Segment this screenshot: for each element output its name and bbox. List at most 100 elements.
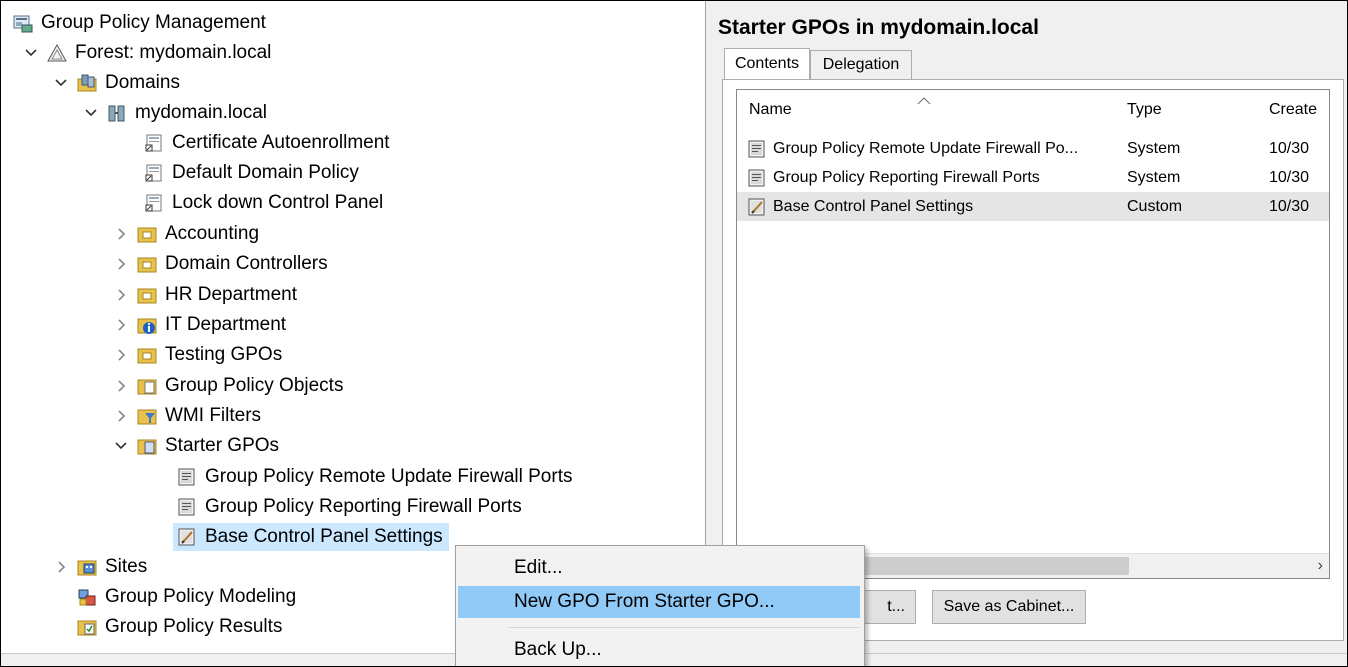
tree-label: WMI Filters [165, 405, 262, 426]
cell-type: Custom [1127, 197, 1183, 215]
tree-label: Lock down Control Panel [172, 192, 384, 213]
save-as-cabinet-button[interactable]: Save as Cabinet... [932, 590, 1086, 624]
starter-gpo-icon [747, 163, 771, 192]
tree-item-ou[interactable]: Domain Controllers [113, 250, 328, 278]
chevron-right-icon[interactable] [113, 378, 129, 394]
tree-item-gpo-link[interactable]: Default Domain Policy [144, 159, 359, 187]
gpo-container-icon [137, 376, 157, 396]
cell-created: 10/30 [1269, 139, 1310, 157]
column-header-name[interactable]: Name [737, 90, 1115, 130]
cell-name: Base Control Panel Settings [773, 197, 974, 215]
tree-label: Forest: mydomain.local [75, 42, 272, 63]
chevron-right-icon[interactable] [113, 347, 129, 363]
chevron-right-icon[interactable] [113, 226, 129, 242]
tree-item-ou[interactable]: IT Department [113, 311, 286, 339]
cell-created: 10/30 [1269, 197, 1310, 215]
chevron-right-icon[interactable] [113, 256, 129, 272]
chevron-right-icon[interactable] [113, 317, 129, 333]
results-icon [77, 617, 97, 637]
gpo-link-icon [144, 163, 164, 183]
starter-gpo-list[interactable]: Name Type Create Group Policy Remote Upd… [736, 89, 1330, 579]
tree-label: IT Department [165, 314, 287, 335]
cell-type: System [1127, 139, 1181, 157]
tree-item-gpo-objects[interactable]: Group Policy Objects [113, 372, 343, 400]
tree-item-gpo-link[interactable]: Lock down Control Panel [144, 189, 383, 217]
tree-label: HR Department [165, 284, 297, 305]
tree-item-starter-gpos[interactable]: Starter GPOs [113, 432, 279, 460]
tree-item-domains[interactable]: Domains [53, 69, 180, 97]
column-label: Name [749, 101, 792, 118]
tree-item-starter-gpo[interactable]: Group Policy Remote Update Firewall Port… [177, 463, 572, 491]
tree-label: Testing GPOs [165, 344, 283, 365]
tab-delegation[interactable]: Delegation [810, 50, 912, 79]
tree-label: Starter GPOs [165, 435, 280, 456]
tree-item-gpo-link[interactable]: Certificate Autoenrollment [144, 129, 390, 157]
menu-item-back-up[interactable]: Back Up... [458, 634, 860, 666]
chevron-down-icon[interactable] [23, 45, 39, 61]
column-header-type[interactable]: Type [1115, 90, 1257, 130]
custom-starter-gpo-icon [747, 192, 771, 221]
custom-starter-gpo-icon [177, 527, 197, 547]
ou-blocked-inheritance-icon [137, 315, 157, 335]
chevron-down-icon[interactable] [113, 438, 129, 454]
sort-ascending-icon [917, 92, 931, 110]
cell-name: Group Policy Reporting Firewall Ports [773, 168, 1040, 186]
tree-item-ou[interactable]: Accounting [113, 220, 259, 248]
tree-label: Base Control Panel Settings [205, 526, 443, 547]
context-menu[interactable]: Edit... New GPO From Starter GPO... Back… [455, 545, 865, 666]
wmi-filter-icon [137, 406, 157, 426]
starter-gpo-folder-icon [137, 436, 157, 456]
starter-gpo-icon [177, 497, 197, 517]
column-header-created[interactable]: Create [1257, 90, 1329, 130]
tree-label: Certificate Autoenrollment [172, 132, 390, 153]
tree-item-modeling[interactable]: Group Policy Modeling [77, 583, 296, 611]
ou-folder-icon [137, 224, 157, 244]
tree-item-wmi-filters[interactable]: WMI Filters [113, 402, 261, 430]
tree-label: Sites [105, 556, 148, 577]
gpo-link-icon [144, 193, 164, 213]
starter-gpo-icon [747, 134, 771, 163]
menu-item-edit[interactable]: Edit... [458, 552, 860, 584]
tree-label: Group Policy Results [105, 616, 283, 637]
tree-item-sites[interactable]: Sites [53, 553, 147, 581]
tree-item-starter-gpo[interactable]: Group Policy Reporting Firewall Ports [177, 493, 522, 521]
table-row-selected[interactable]: Base Control Panel Settings Custom 10/30 [737, 192, 1329, 221]
tree-item-ou[interactable]: Testing GPOs [113, 341, 282, 369]
page-title: Starter GPOs in mydomain.local [718, 16, 1039, 39]
table-row[interactable]: Group Policy Reporting Firewall Ports Sy… [737, 163, 1329, 192]
tree-label: Domains [105, 72, 180, 93]
tab-contents[interactable]: Contents [724, 48, 810, 79]
tree-item-domain[interactable]: mydomain.local [83, 99, 267, 127]
chevron-right-icon[interactable] [113, 408, 129, 424]
tree-item-starter-gpo-selected[interactable]: Base Control Panel Settings [173, 523, 449, 551]
tree-item-forest[interactable]: Forest: mydomain.local [23, 39, 271, 67]
domains-icon [77, 73, 97, 93]
tree-label: Group Policy Modeling [105, 586, 297, 607]
scroll-right-arrow-icon[interactable]: › [1318, 557, 1323, 575]
ou-folder-icon [137, 254, 157, 274]
menu-separator [508, 627, 860, 628]
chevron-right-icon[interactable] [53, 559, 69, 575]
modeling-icon [77, 587, 97, 607]
ou-folder-icon [137, 345, 157, 365]
tree-label: Group Policy Remote Update Firewall Port… [205, 466, 573, 487]
domain-icon [107, 103, 127, 123]
tree-item-ou[interactable]: HR Department [113, 281, 297, 309]
chevron-right-icon[interactable] [113, 287, 129, 303]
gpo-link-icon [144, 133, 164, 153]
column-label: Create [1269, 101, 1318, 118]
tree-label: Domain Controllers [165, 253, 328, 274]
column-label: Type [1127, 101, 1162, 118]
tree-label: mydomain.local [135, 102, 267, 123]
tree-root-gpm[interactable]: Group Policy Management [13, 9, 266, 37]
sites-icon [77, 557, 97, 577]
chevron-down-icon[interactable] [53, 75, 69, 91]
tree-item-results[interactable]: Group Policy Results [77, 613, 282, 641]
cell-type: System [1127, 168, 1181, 186]
table-row[interactable]: Group Policy Remote Update Firewall Po..… [737, 134, 1329, 163]
menu-item-new-gpo-from-starter[interactable]: New GPO From Starter GPO... [458, 586, 860, 618]
chevron-down-icon[interactable] [83, 105, 99, 121]
tree-label: Group Policy Management [41, 12, 266, 33]
tree-label: Group Policy Objects [165, 375, 344, 396]
cell-created: 10/30 [1269, 168, 1310, 186]
